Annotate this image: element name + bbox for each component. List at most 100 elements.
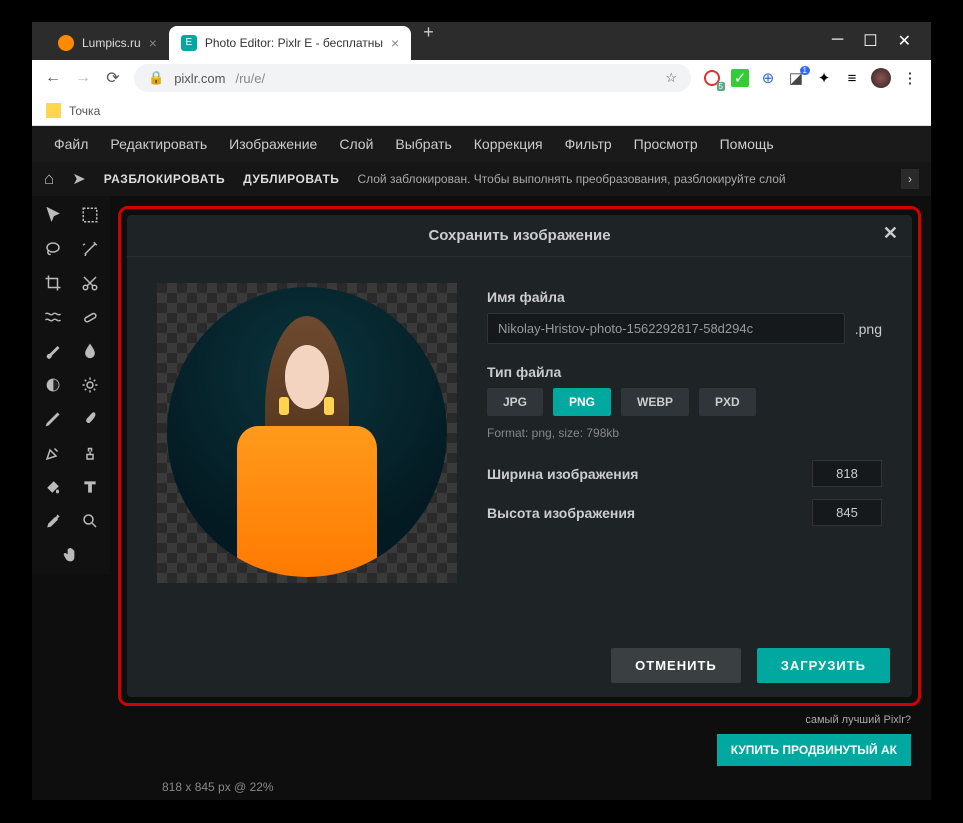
height-row: Высота изображения <box>487 499 882 526</box>
duplicate-button[interactable]: ДУБЛИРОВАТЬ <box>243 172 339 186</box>
type-jpg-button[interactable]: JPG <box>487 388 543 416</box>
menu-icon[interactable]: ⋮ <box>901 69 919 87</box>
app-menubar: Файл Редактировать Изображение Слой Выбр… <box>32 126 931 162</box>
forward-icon[interactable]: → <box>74 69 92 87</box>
lock-icon: 🔒 <box>148 70 164 86</box>
app-subbar: ⌂ ➤ РАЗБЛОКИРОВАТЬ ДУБЛИРОВАТЬ Слой забл… <box>32 162 931 196</box>
url-host: pixlr.com <box>174 71 225 86</box>
close-icon[interactable]: × <box>391 35 399 51</box>
save-form: Имя файла .png Тип файла JPG PNG WEBP PX… <box>487 283 882 583</box>
dodge-tool-icon[interactable] <box>38 372 67 398</box>
star-icon[interactable]: ☆ <box>665 70 677 86</box>
url-field[interactable]: 🔒 pixlr.com/ru/e/ ☆ <box>134 64 691 92</box>
heal-tool-icon[interactable] <box>75 304 104 330</box>
close-icon[interactable]: ✕ <box>898 31 911 51</box>
pointer-tool-icon[interactable] <box>38 202 67 228</box>
ext-icon[interactable]: ◪1 <box>787 69 805 87</box>
minimize-icon[interactable]: ─ <box>832 31 843 51</box>
bookmark-item[interactable]: Точка <box>69 104 100 118</box>
cancel-button[interactable]: ОТМЕНИТЬ <box>611 648 741 683</box>
text-tool-icon[interactable] <box>75 474 104 500</box>
pen-tool-icon[interactable] <box>38 440 67 466</box>
menu-item[interactable]: Изображение <box>229 136 317 152</box>
title-bar: Lumpics.ru × E Photo Editor: Pixlr E - б… <box>32 22 931 60</box>
file-ext: .png <box>855 321 882 337</box>
file-type-label: Тип файла <box>487 364 882 380</box>
type-pxd-button[interactable]: PXD <box>699 388 756 416</box>
liquify-tool-icon[interactable] <box>38 304 67 330</box>
hand-tool-icon[interactable] <box>38 542 104 568</box>
browser-window: Lumpics.ru × E Photo Editor: Pixlr E - б… <box>32 22 931 800</box>
extensions: 5 ✓ ⊕ ◪1 ✦ ≡ ⋮ <box>703 68 919 88</box>
eyedropper-tool-icon[interactable] <box>38 508 67 534</box>
menu-item[interactable]: Файл <box>54 136 88 152</box>
type-webp-button[interactable]: WEBP <box>621 388 689 416</box>
folder-icon <box>46 103 61 118</box>
menu-item[interactable]: Фильтр <box>565 136 612 152</box>
status-bar: 818 x 845 px @ 22% <box>42 776 394 800</box>
dialog-footer: ОТМЕНИТЬ ЗАГРУЗИТЬ <box>611 648 890 683</box>
dialog-title: Сохранить изображение <box>428 227 610 244</box>
avatar[interactable] <box>871 68 891 88</box>
ext-icon[interactable]: ✓ <box>731 69 749 87</box>
file-name-input[interactable] <box>487 313 845 344</box>
width-input[interactable] <box>812 460 882 487</box>
blur-tool-icon[interactable] <box>75 338 104 364</box>
unlock-button[interactable]: РАЗБЛОКИРОВАТЬ <box>104 172 225 186</box>
globe-icon[interactable]: ⊕ <box>759 69 777 87</box>
browser-tab[interactable]: Lumpics.ru × <box>46 26 169 60</box>
file-type-row: JPG PNG WEBP PXD <box>487 388 882 416</box>
reload-icon[interactable]: ⟳ <box>104 68 122 88</box>
fill-tool-icon[interactable] <box>38 474 67 500</box>
home-icon[interactable]: ⌂ <box>44 169 54 189</box>
menu-item[interactable]: Коррекция <box>474 136 543 152</box>
window-controls: ─ ☐ ✕ <box>812 31 931 51</box>
wand-tool-icon[interactable] <box>75 236 104 262</box>
zoom-tool-icon[interactable] <box>75 508 104 534</box>
favicon: E <box>181 35 197 51</box>
preview-content <box>167 287 447 577</box>
width-row: Ширина изображения <box>487 460 882 487</box>
lasso-tool-icon[interactable] <box>38 236 67 262</box>
menu-item[interactable]: Слой <box>339 136 373 152</box>
menu-item[interactable]: Помощь <box>720 136 774 152</box>
menu-item[interactable]: Просмотр <box>634 136 698 152</box>
buy-button[interactable]: КУПИТЬ ПРОДВИНУТЫЙ АК <box>717 734 911 766</box>
maximize-icon[interactable]: ☐ <box>863 31 877 51</box>
tool-panel <box>32 196 110 574</box>
browser-tab[interactable]: E Photo Editor: Pixlr E - бесплатны × <box>169 26 411 60</box>
url-path: /ru/e/ <box>235 71 265 86</box>
address-bar: ← → ⟳ 🔒 pixlr.com/ru/e/ ☆ 5 ✓ ⊕ ◪1 ✦ ≡ ⋮ <box>32 60 931 96</box>
tab-title: Lumpics.ru <box>82 36 141 50</box>
chevron-right-icon[interactable]: › <box>901 169 919 189</box>
download-button[interactable]: ЗАГРУЗИТЬ <box>757 648 890 683</box>
tab-title: Photo Editor: Pixlr E - бесплатны <box>205 36 383 50</box>
brush-tool-icon[interactable] <box>38 338 67 364</box>
puzzle-icon[interactable]: ✦ <box>815 69 833 87</box>
pointer-icon[interactable]: ➤ <box>72 169 85 189</box>
menu-item[interactable]: Выбрать <box>395 136 451 152</box>
gear-tool-icon[interactable] <box>75 372 104 398</box>
clone-tool-icon[interactable] <box>75 440 104 466</box>
cut-tool-icon[interactable] <box>75 270 104 296</box>
promo-box: самый лучший Pixlr? КУПИТЬ ПРОДВИНУТЫЙ А… <box>661 710 921 770</box>
ext-icon[interactable]: 5 <box>703 69 721 87</box>
pencil-tool-icon[interactable] <box>38 406 67 432</box>
menu-item[interactable]: Редактировать <box>110 136 207 152</box>
type-png-button[interactable]: PNG <box>553 388 611 416</box>
close-icon[interactable]: × <box>149 35 157 51</box>
height-label: Высота изображения <box>487 505 635 521</box>
close-icon[interactable]: ✕ <box>883 223 898 244</box>
paintbrush-tool-icon[interactable] <box>75 406 104 432</box>
marquee-tool-icon[interactable] <box>75 202 104 228</box>
bookmarks-bar: Точка <box>32 96 931 126</box>
new-tab-button[interactable]: + <box>411 22 446 60</box>
dialog-header: Сохранить изображение ✕ <box>127 215 912 257</box>
image-preview <box>157 283 457 583</box>
height-input[interactable] <box>812 499 882 526</box>
back-icon[interactable]: ← <box>44 69 62 87</box>
file-meta: Format: png, size: 798kb <box>487 426 882 440</box>
pixlr-app: Файл Редактировать Изображение Слой Выбр… <box>32 126 931 800</box>
crop-tool-icon[interactable] <box>38 270 67 296</box>
reading-list-icon[interactable]: ≡ <box>843 69 861 87</box>
